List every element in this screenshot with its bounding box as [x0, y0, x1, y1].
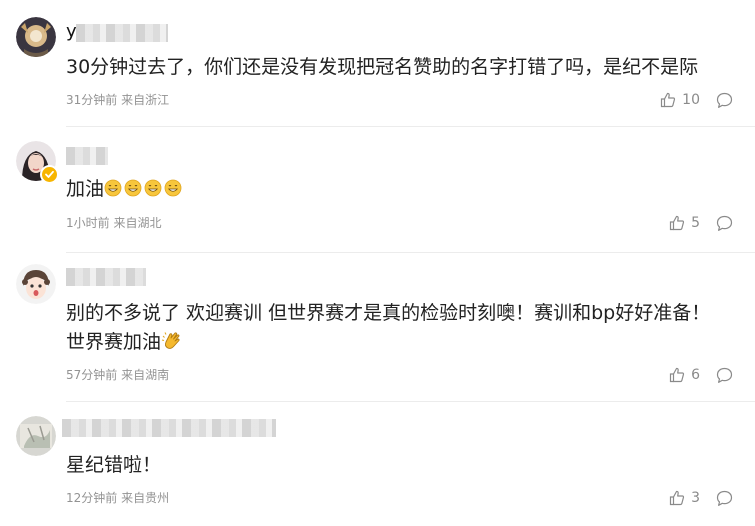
like-button[interactable]: 10 [660, 92, 700, 108]
grin-emoji [104, 179, 122, 197]
like-count: 5 [691, 215, 700, 231]
comment-time: 12分钟前 [66, 491, 118, 505]
comment-text: 加油 [66, 175, 184, 204]
reply-button[interactable] [716, 215, 733, 232]
comment-actions: 6 [669, 365, 733, 385]
username-blurred [62, 419, 276, 437]
comment-meta: 31分钟前 来自浙江 [66, 92, 169, 108]
like-button[interactable]: 6 [669, 367, 700, 383]
comment-time: 31分钟前 [66, 93, 118, 107]
avatar[interactable] [16, 17, 56, 57]
thumbs-up-icon [669, 490, 685, 506]
comment-item: 别的不多说了 欢迎赛训 但世界赛才是真的检验时刻噢！赛训和bp好好准备！世界赛加… [0, 253, 755, 403]
thumbs-up-icon [669, 215, 685, 231]
like-count: 3 [691, 490, 700, 506]
comment-actions: 3 [669, 488, 733, 508]
comment-text: 30分钟过去了，你们还是没有发现把冠名赞助的名字打错了吗，是纪不是际 [66, 56, 699, 78]
like-button[interactable]: 5 [669, 215, 700, 231]
like-button[interactable]: 3 [669, 490, 700, 506]
like-count: 10 [682, 92, 700, 108]
comment-location: 来自贵州 [121, 491, 170, 505]
like-count: 6 [691, 367, 700, 383]
comment-text: 星纪错啦！ [66, 454, 162, 476]
reply-button[interactable] [716, 490, 733, 507]
comment-location: 来自浙江 [121, 93, 170, 107]
avatar[interactable] [16, 416, 56, 456]
comment-item: 加油 1小时前 来自湖北 5 [0, 127, 755, 253]
comment-meta: 57分钟前 来自湖南 [66, 367, 169, 383]
comment-text-content: 加油 [66, 178, 105, 200]
grin-emoji [124, 179, 142, 197]
thumbs-up-icon [661, 92, 676, 108]
comment-meta: 1小时前 来自湖北 [66, 215, 161, 231]
comment-bubble-icon [716, 215, 733, 231]
username-blurred [66, 268, 146, 286]
divider [66, 401, 755, 402]
avatar[interactable] [16, 264, 56, 304]
comment-text: 别的不多说了 欢迎赛训 但世界赛才是真的检验时刻噢！赛训和bp好好准备！世界赛加… [66, 299, 726, 357]
comment-location: 来自湖南 [121, 368, 170, 382]
grin-emoji [144, 179, 162, 197]
comment-time: 57分钟前 [66, 368, 118, 382]
comment-list: y 30分钟过去了，你们还是没有发现把冠名赞助的名字打错了吗，是纪不是际 31分… [0, 0, 755, 526]
thumbs-up-icon [669, 367, 685, 383]
comment-location: 来自湖北 [113, 216, 162, 230]
username-blurred [66, 147, 108, 165]
comment-time: 1小时前 [66, 216, 110, 230]
reply-button[interactable] [716, 367, 733, 384]
comment-meta: 12分钟前 来自贵州 [66, 490, 169, 506]
comment-bubble-icon [716, 367, 733, 383]
comment-bubble-icon [716, 92, 733, 108]
username-blurred [76, 24, 168, 42]
comment-item: y 30分钟过去了，你们还是没有发现把冠名赞助的名字打错了吗，是纪不是际 31分… [0, 0, 755, 127]
grin-emoji [164, 179, 182, 197]
reply-button[interactable] [716, 92, 733, 109]
verified-badge-icon [40, 165, 59, 184]
comment-actions: 10 [660, 90, 733, 110]
comment-actions: 5 [669, 213, 733, 233]
clap-emoji [161, 332, 180, 349]
comment-bubble-icon [716, 490, 733, 506]
comment-item: 星纪错啦！ 12分钟前 来自贵州 3 [0, 403, 755, 526]
